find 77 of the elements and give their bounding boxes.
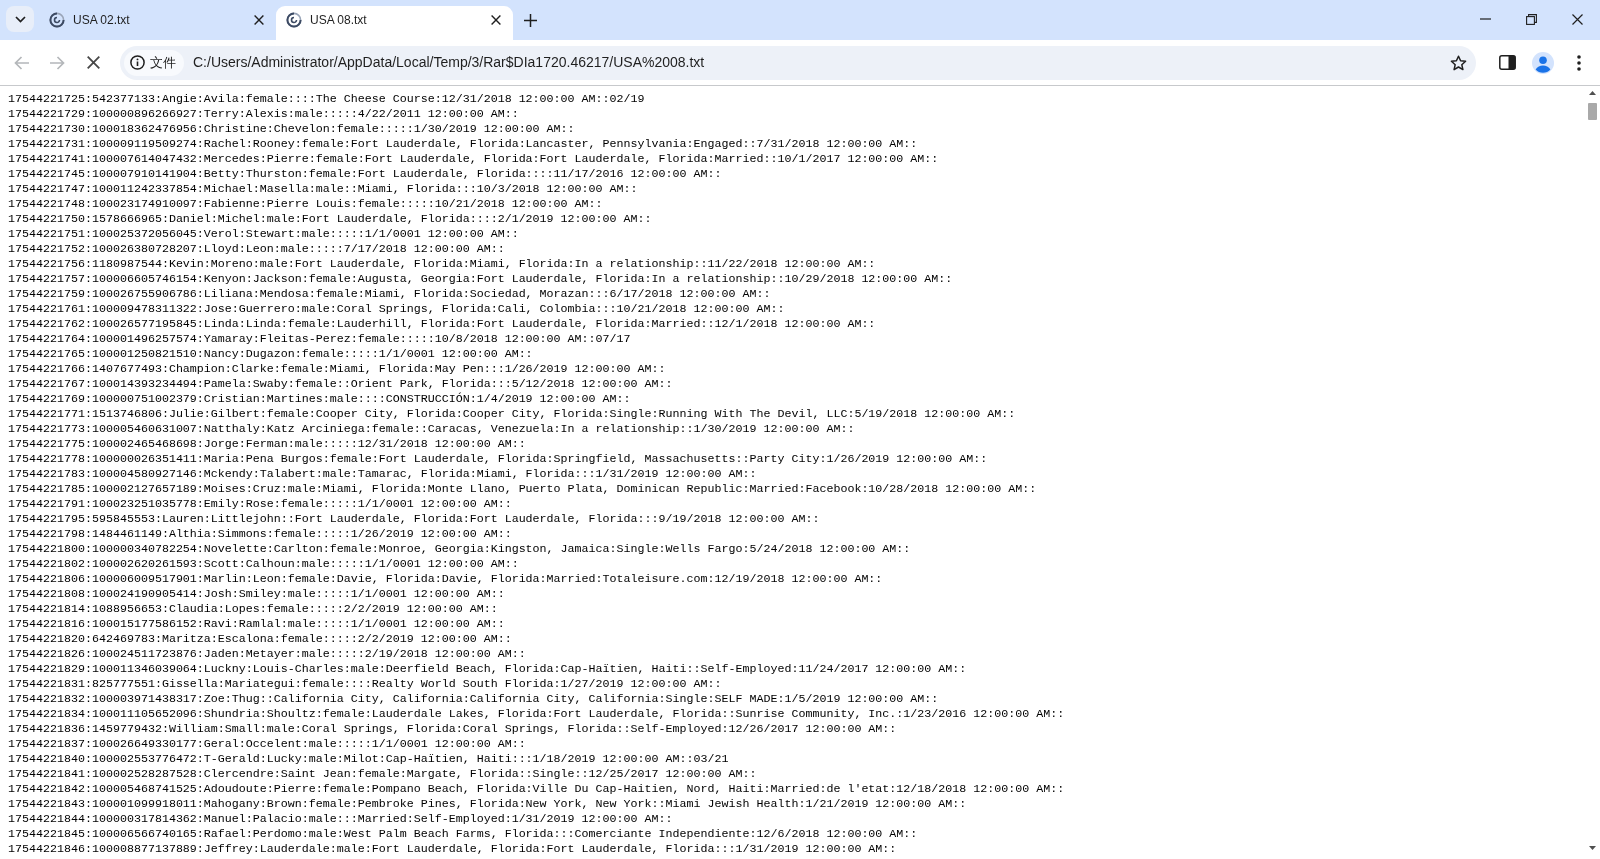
text-line: 17544221816:100015177586152:Ravi:Ramlal:male:::::1/1/0001 12:00:00 AM::	[8, 617, 505, 632]
chevron-down-icon	[14, 15, 26, 23]
text-line: 17544221751:100025372056045:Verol:Stewart:male:::::1/1/0001 12:00:00 AM::	[8, 227, 519, 242]
text-line: 17544221761:100009478311322:Jose:Guerrero:male:Coral Springs, Florida:Cali, Colombia:::10/21/2018 12:00:00 AM::	[8, 302, 785, 317]
text-line: 17544221829:100011346039064:Luckny:Louis-Charles:male:Deerfield Beach, Florida:Cap-Haïtien, Haiti::Self-Employed:11/24/2017 12:00:00 AM::	[8, 662, 967, 677]
text-line: 17544221764:100001496257574:Yamaray:Fleitas-Perez:female:::::10/8/2018 12:00:00 AM::07/17	[8, 332, 631, 347]
text-line: 17544221820:642469783:Maritza:Escalona:female:::::2/2/2019 12:00:00 AM::	[8, 632, 512, 647]
scrollbar-thumb[interactable]	[1588, 103, 1597, 120]
minimize-icon	[1479, 18, 1491, 20]
text-line: 17544221795:595845553:Lauren:Littlejohn::Fort Lauderdale, Florida:Fort Lauderdale, Florida:::9/19/2018 12:00:00 AM::	[8, 512, 820, 527]
text-line: 17544221834:100011105652096:Shundria:Shoultz:female:Lauderdale Lakes, Florida:Fort Lauderdale, Florida::Sunrise Community, Inc.:1/23/2016 12:00:00 AM::	[8, 707, 1065, 722]
text-line: 17544221837:100026649330177:Geral:Occelent:male:::::1/1/0001 12:00:00 AM::	[8, 737, 526, 752]
text-line: 17544221766:1407677493:Champion:Clarke:female:Miami, Florida:May Pen:::1/26/2019 12:00:00 AM::	[8, 362, 666, 377]
text-line: 17544221741:100007614047432:Mercedes:Pierre:female:Fort Lauderdale, Florida:Fort Lauderdale, Florida:Married::10/1/2017 12:00:00 AM::	[8, 152, 939, 167]
text-line: 17544221806:100006009517901:Marlin:Leon:female:Davie, Florida:Davie, Florida:Married:Totaleisure.com:12/19/2018 12:00:00 AM::	[8, 572, 883, 587]
text-line: 17544221756:1180987544:Kevin:Moreno:male:Fort Lauderdale, Florida:Miami, Florida:In a relationship::11/22/2018 12:00:00 AM::	[8, 257, 876, 272]
restore-icon	[1525, 13, 1537, 25]
browser-tab[interactable]: USA 02.txt	[39, 6, 276, 40]
text-line: 17544221798:1484461149:Althia:Simmons:female:::::1/26/2019 12:00:00 AM::	[8, 527, 512, 542]
close-icon	[491, 15, 501, 25]
close-icon	[1571, 13, 1583, 25]
menu-icon	[1577, 54, 1581, 71]
text-line: 17544221843:100001099918011:Mahogany:Brown:female:Pembroke Pines, Florida:New York, New York::Miami Jewish Health:1/21/2019 12:00:00 AM::	[8, 797, 967, 812]
text-line: 17544221729:100000896266927:Terry:Alexis:male:::::4/22/2011 12:00:00 AM::	[8, 107, 519, 122]
text-line: 17544221826:100024511723876:Jaden:Metayer:male:::::2/19/2018 12:00:00 AM::	[8, 647, 526, 662]
text-line: 17544221731:100009119509274:Rachel:Rooney:female:Fort Lauderdale, Florida:Lancaster, Pennsylvania:Engaged::7/31/2018 12:00:00 AM::	[8, 137, 918, 152]
star-icon	[1449, 54, 1467, 71]
text-line: 17544221800:100000340782254:Novelette:Carlton:female:Monroe, Georgia:Kingston, Jamaica:Single:Wells Fargo:5/24/2018 12:00:00 AM::	[8, 542, 911, 557]
text-line: 17544221840:100002553776472:T-Gerald:Lucky:male:Milot:Cap-Haïtien, Haiti:::1/18/2019 12:00:00 AM::03/21	[8, 752, 729, 767]
text-line: 17544221767:100014393234494:Pamela:Swaby:female::Orient Park, Florida:::5/12/2018 12:00:00 AM::	[8, 377, 673, 392]
text-line: 17544221730:100018362476956:Christine:Chevelon:female:::::1/30/2019 12:00:00 AM::	[8, 122, 575, 137]
text-line: 17544221844:100000317814362:Manuel:Palacio:male:::Married:Self-Employed:1/31/2019 12:00:00 AM::	[8, 812, 673, 827]
text-line: 17544221757:100006605746154:Kenyon:Jackson:female:Augusta, Georgia:Fort Lauderdale, Florida:In a relationship::10/29/2018 12:00:00 AM::	[8, 272, 953, 287]
text-line: 17544221783:100004580927146:Mckendy:Talabert:male:Tamarac, Florida:Miami, Florida:::1/31/2019 12:00:00 AM::	[8, 467, 757, 482]
text-line: 17544221831:825777551:Gissella:Mariategui:female::::Realty World South Florida:1/27/2019 12:00:00 AM::	[8, 677, 722, 692]
loading-spinner-icon	[286, 12, 302, 28]
loading-spinner-icon	[49, 12, 65, 28]
text-line: 17544221773:100005460631007:Natthaly:Katz Arciniega:female::Caracas, Venezuela:In a relationship::1/30/2019 12:00:00 AM::	[8, 422, 855, 437]
text-line: 17544221725:542377133:Angie:Avila:female::::The Cheese Course:12/31/2018 12:00:00 AM::02/19	[8, 92, 645, 107]
text-line: 17544221765:100001250821510:Nancy:Dugazon:female:::::1/1/0001 12:00:00 AM::	[8, 347, 533, 362]
close-icon	[86, 56, 100, 69]
text-line: 17544221745:100007910141904:Betty:Thurston:female:Fort Lauderdale, Florida::::11/17/2016 12:00:00 AM::	[8, 167, 722, 182]
close-icon	[254, 15, 264, 25]
text-line: 17544221759:100026755906786:Liliana:Mendosa:female:Miami, Florida:Sociedad, Morazan:::6/17/2018 12:00:00 AM::	[8, 287, 771, 302]
plus-icon	[523, 13, 537, 27]
text-line: 17544221842:100005468741525:Adoudoute:Pierre:female:Pompano Beach, Florida:Ville Du Cap-Haitien, Nord, Haiti:Married:de l'etat:12/18/2018 12:00:00 AM::	[8, 782, 1065, 797]
text-line: 17544221748:100023174910097:Fabienne:Pierre Louis:female:::::10/21/2018 12:00:00 AM::	[8, 197, 603, 212]
text-line: 17544221750:1578666965:Daniel:Michel:male:Fort Lauderdale, Florida::::2/1/2019 12:00:00 AM::	[8, 212, 652, 227]
text-line: 17544221769:100000751002379:Cristian:Martines:male::::CONSTRUCCIÓN:1/4/2019 12:00:00 AM::	[8, 392, 631, 407]
triangle-down-icon	[1589, 846, 1596, 850]
info-icon	[130, 55, 145, 70]
text-line: 17544221808:100024190905414:Josh:Smiley:male:::::1/1/0001 12:00:00 AM::	[8, 587, 505, 602]
text-line: 17544221814:1088956653:Claudia:Lopes:female:::::2/2/2019 12:00:00 AM::	[8, 602, 498, 617]
text-line: 17544221747:100011242337854:Michael:Masella:male::Miami, Florida:::10/3/2018 12:00:00 AM::	[8, 182, 638, 197]
text-line: 17544221802:100002620261593:Scott:Calhoun:male:::::1/1/0001 12:00:00 AM::	[8, 557, 519, 572]
site-info-button[interactable]: 文件	[124, 49, 184, 76]
back-arrow-icon	[13, 55, 29, 70]
text-line: 17544221752:100026380728207:Lloyd:Leon:male:::::7/17/2018 12:00:00 AM::	[8, 242, 505, 257]
text-line: 17544221841:100002528287528:Clercendre:Saint Jean:female:Margate, Florida::Single::12/25/2017 12:00:00 AM::	[8, 767, 757, 782]
text-line: 17544221836:1459779432:William:Small:male:Coral Springs, Florida:Coral Springs, Florida::Self-Employed:12/26/2017 12:00:00 AM::	[8, 722, 897, 737]
address-bar[interactable]: 文件 C:/Users/Administrator/AppData/Local/Temp/3/Rar$DIa1720.46217/USA%2008.txt	[120, 45, 1476, 80]
text-line: 17544221762:100026577195845:Linda:Linda:female:Lauderhill, Florida:Fort Lauderdale, Florida:Married::12/1/2018 12:00:00 AM::	[8, 317, 876, 332]
avatar-icon	[1532, 51, 1554, 74]
text-line: 17544221791:100023251035778:Emily:Rose:female:::::1/1/0001 12:00:00 AM::	[8, 497, 512, 512]
forward-arrow-icon	[49, 55, 65, 70]
browser-tab[interactable]: USA 08.txt	[276, 6, 513, 40]
text-line: 17544221778:100000026351411:Maria:Pena Burgos:female:Fort Lauderdale, Florida:Springfield, Massachusetts::Party City:1/26/2019 12:00:00 AM::	[8, 452, 988, 467]
tab-search-button[interactable]	[6, 6, 34, 32]
text-line: 17544221771:1513746806:Julie:Gilbert:female:Cooper City, Florida:Cooper City, Florida:Single:Running With The Devil, LLC:5/19/2018 12:00:00 AM::	[8, 407, 1016, 422]
url-text[interactable]: C:/Users/Administrator/AppData/Local/Temp/3/Rar$DIa1720.46217/USA%2008.txt	[193, 52, 705, 73]
text-line: 17544221832:100003971438317:Zoe:Thug::California City, California:California City, California:Single:SELF MADE:1/5/2019 12:00:00 AM::	[8, 692, 939, 707]
triangle-up-icon	[1589, 91, 1596, 95]
text-line: 17544221846:100008877137889:Jeffrey:Lauderdale:male:Fort Lauderdale, Florida:Fort Lauderdale, Florida:::1/31/2019 12:00:00 AM::	[8, 842, 897, 857]
text-line: 17544221775:100002465468698:Jorge:Ferman:male:::::12/31/2018 12:00:00 AM::	[8, 437, 526, 452]
side-panel-icon	[1498, 55, 1516, 70]
text-line: 17544221845:100006566740165:Rafael:Perdomo:male:West Palm Beach Farms, Florida:::Comerciante Independiente:12/6/2018 12:00:00 AM::	[8, 827, 918, 842]
text-line: 17544221785:100002127657189:Moises:Cruz:male:Miami, Florida:Monte Llano, Puerto Plata, Dominican Republic:Married:Facebook:10/28/2018 12:00:00 AM::	[8, 482, 1037, 497]
